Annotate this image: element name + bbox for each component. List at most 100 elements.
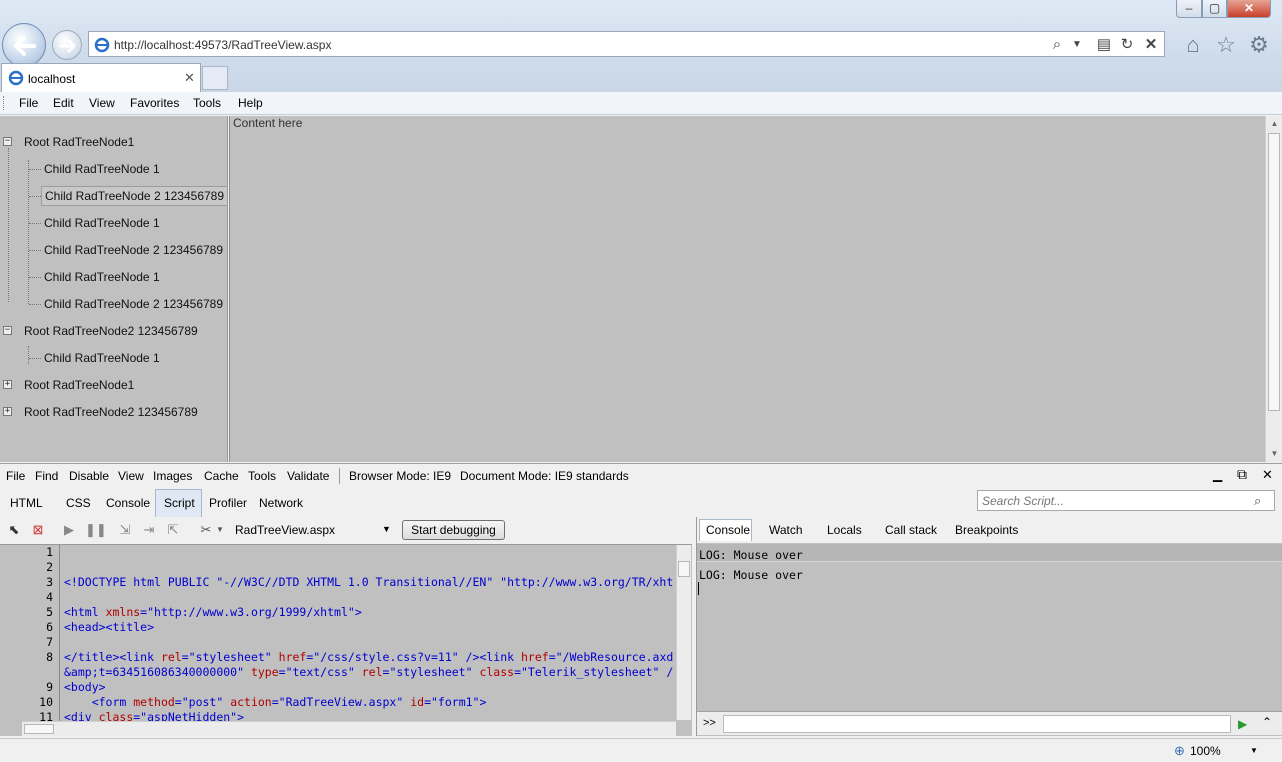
address-bar[interactable]: http://localhost:49573/RadTreeView.aspx … bbox=[88, 31, 1165, 57]
code-vertical-scrollbar[interactable] bbox=[676, 545, 691, 720]
menu-file[interactable]: File bbox=[19, 96, 38, 110]
devtools-menu-validate[interactable]: Validate bbox=[287, 469, 329, 483]
expand-toggle-icon[interactable]: + bbox=[3, 407, 12, 416]
devtools-menu-disable[interactable]: Disable bbox=[69, 469, 109, 483]
scroll-down-arrow-icon[interactable]: ▼ bbox=[1266, 446, 1282, 462]
devtools-undock-icon[interactable]: ⧉ bbox=[1237, 466, 1247, 483]
select-element-icon[interactable]: ⬉ bbox=[6, 522, 22, 538]
devtools-menu-file[interactable]: File bbox=[6, 469, 25, 483]
zoom-icon[interactable]: ⊕ bbox=[1174, 743, 1185, 759]
tab-html[interactable]: HTML bbox=[10, 496, 43, 510]
tools-gear-icon[interactable]: ⚙ bbox=[1246, 32, 1272, 58]
zoom-dropdown-icon[interactable]: ▼ bbox=[1250, 746, 1258, 755]
stop-icon[interactable]: ✕ bbox=[1142, 36, 1160, 54]
tab-console[interactable]: Console bbox=[106, 496, 150, 510]
tab-locals[interactable]: Locals bbox=[827, 523, 862, 537]
scrollbar-thumb[interactable] bbox=[1268, 133, 1280, 411]
code-line: <body> bbox=[64, 680, 106, 694]
tree-node-child[interactable]: Child RadTreeNode 2 123456789 bbox=[41, 240, 226, 260]
start-debugging-button[interactable]: Start debugging bbox=[402, 520, 505, 540]
tree-node-child[interactable]: Child RadTreeNode 1 bbox=[41, 267, 163, 287]
tab-close-icon[interactable]: ✕ bbox=[184, 70, 195, 86]
scroll-up-arrow-icon[interactable]: ▲ bbox=[1266, 116, 1282, 132]
search-script-input[interactable]: Search Script... bbox=[977, 490, 1275, 511]
menu-view[interactable]: View bbox=[89, 96, 115, 110]
back-button[interactable] bbox=[2, 23, 46, 67]
forward-button[interactable] bbox=[52, 30, 82, 60]
tree-node-child[interactable]: Child RadTreeNode 1 bbox=[41, 159, 163, 179]
run-script-icon[interactable]: ▶ bbox=[1238, 717, 1247, 731]
tab-console-pane[interactable]: Console bbox=[706, 523, 750, 537]
tree-node-root[interactable]: Root RadTreeNode1 bbox=[21, 375, 137, 395]
dropdown-arrow-icon[interactable]: ▼ bbox=[1068, 36, 1086, 54]
zoom-level[interactable]: 100% bbox=[1190, 744, 1221, 758]
menu-favorites[interactable]: Favorites bbox=[130, 96, 179, 110]
script-code-view[interactable]: 1 2 3 4 5 6 7 8 9 10 11 <!DOCTYPE html P… bbox=[0, 544, 692, 736]
expand-toggle-icon[interactable]: + bbox=[3, 380, 12, 389]
menu-tools[interactable]: Tools bbox=[193, 96, 221, 110]
step-over-icon[interactable]: ⇥ bbox=[141, 522, 157, 538]
tab-script[interactable]: Script bbox=[164, 496, 195, 510]
devtools-close-icon[interactable]: ✕ bbox=[1262, 467, 1273, 483]
tab-network[interactable]: Network bbox=[259, 496, 303, 510]
content-text: Content here bbox=[233, 116, 303, 130]
devtools-menu-view[interactable]: View bbox=[118, 469, 144, 483]
browser-chrome: – ▢ ✕ http://localhost:49573/RadTreeView… bbox=[0, 0, 1282, 92]
tree-node-root[interactable]: Root RadTreeNode1 bbox=[21, 132, 137, 152]
compatibility-view-icon[interactable]: ▤ bbox=[1095, 36, 1113, 54]
tab-css[interactable]: CSS bbox=[66, 496, 91, 510]
maximize-button[interactable]: ▢ bbox=[1202, 0, 1227, 18]
line-number: 7 bbox=[46, 635, 53, 649]
collapse-toggle-icon[interactable]: − bbox=[3, 137, 12, 146]
tab-call-stack[interactable]: Call stack bbox=[885, 523, 937, 537]
new-tab-button[interactable] bbox=[202, 66, 228, 90]
devtools-minimize-icon[interactable]: ▁ bbox=[1213, 468, 1222, 482]
script-file-select[interactable]: RadTreeView.aspx bbox=[235, 521, 395, 539]
line-number: 4 bbox=[46, 590, 53, 604]
document-mode-menu[interactable]: Document Mode: IE9 standards bbox=[460, 469, 629, 483]
menu-edit[interactable]: Edit bbox=[53, 96, 74, 110]
step-out-icon[interactable]: ⇱ bbox=[165, 522, 181, 538]
devtools-menu-images[interactable]: Images bbox=[153, 469, 192, 483]
code-line: </title><link rel="stylesheet" href="/cs… bbox=[64, 650, 674, 664]
devtools-menu-cache[interactable]: Cache bbox=[204, 469, 239, 483]
scrollbar-thumb[interactable] bbox=[24, 724, 54, 734]
code-horizontal-scrollbar[interactable] bbox=[22, 721, 676, 736]
refresh-icon[interactable]: ↻ bbox=[1118, 36, 1136, 54]
tab-breakpoints[interactable]: Breakpoints bbox=[955, 523, 1018, 537]
page-vertical-scrollbar[interactable]: ▲ ▼ bbox=[1265, 116, 1282, 462]
tree-node-child[interactable]: Child RadTreeNode 1 bbox=[41, 213, 163, 233]
dropdown-arrow-icon[interactable]: ▼ bbox=[212, 522, 228, 538]
home-icon[interactable]: ⌂ bbox=[1180, 32, 1206, 58]
console-tabs: Console Watch Locals Call stack Breakpoi… bbox=[697, 517, 1282, 543]
close-window-button[interactable]: ✕ bbox=[1227, 0, 1271, 18]
multiline-mode-icon[interactable]: ⌃ bbox=[1262, 715, 1272, 729]
text-caret bbox=[698, 582, 699, 595]
tree-connector bbox=[29, 304, 41, 305]
search-icon[interactable]: ⌕ bbox=[1048, 36, 1066, 54]
url-text[interactable]: http://localhost:49573/RadTreeView.aspx bbox=[114, 38, 331, 52]
collapse-toggle-icon[interactable]: − bbox=[3, 326, 12, 335]
continue-icon[interactable]: ▶ bbox=[61, 522, 77, 538]
favorites-star-icon[interactable]: ☆ bbox=[1213, 32, 1239, 58]
clear-breakpoints-icon[interactable]: ⊠ bbox=[30, 522, 46, 538]
tree-node-child-selected[interactable]: Child RadTreeNode 2 123456789 bbox=[41, 186, 229, 206]
dropdown-arrow-icon[interactable]: ▼ bbox=[382, 524, 391, 534]
break-icon[interactable]: ❚❚ bbox=[85, 522, 107, 538]
search-icon[interactable]: ⌕ bbox=[1254, 493, 1261, 509]
browser-mode-menu[interactable]: Browser Mode: IE9 bbox=[349, 469, 451, 483]
devtools-menu-tools[interactable]: Tools bbox=[248, 469, 276, 483]
tab-watch[interactable]: Watch bbox=[769, 523, 803, 537]
step-into-icon[interactable]: ⇲ bbox=[117, 522, 133, 538]
tree-node-child[interactable]: Child RadTreeNode 1 bbox=[41, 348, 163, 368]
tab-profiler[interactable]: Profiler bbox=[209, 496, 247, 510]
tree-node-child[interactable]: Child RadTreeNode 2 123456789 bbox=[41, 294, 226, 314]
tab-localhost[interactable]: localhost ✕ bbox=[1, 63, 201, 92]
devtools-menu-find[interactable]: Find bbox=[35, 469, 58, 483]
tree-node-root[interactable]: Root RadTreeNode2 123456789 bbox=[21, 321, 201, 341]
minimize-button[interactable]: – bbox=[1176, 0, 1202, 18]
tree-node-root[interactable]: Root RadTreeNode2 123456789 bbox=[21, 402, 201, 422]
menu-help[interactable]: Help bbox=[238, 96, 263, 110]
console-input[interactable] bbox=[723, 715, 1231, 733]
scrollbar-thumb[interactable] bbox=[678, 561, 690, 577]
